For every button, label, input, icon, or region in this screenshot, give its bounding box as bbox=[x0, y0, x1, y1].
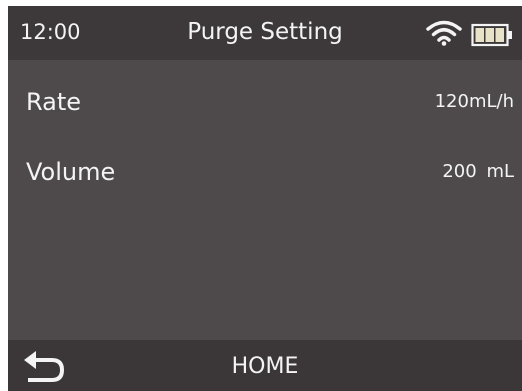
bottom-bar: HOME bbox=[8, 340, 522, 391]
rate-value: 120mL/h bbox=[434, 91, 514, 112]
battery-icon bbox=[471, 23, 512, 47]
volume-label: Volume bbox=[26, 158, 116, 186]
rate-value-group: 120mL/h bbox=[435, 90, 514, 114]
home-button[interactable]: HOME bbox=[8, 353, 522, 381]
rate-label: Rate bbox=[26, 88, 82, 116]
settings-row-volume[interactable]: Volume 200 mL bbox=[8, 146, 522, 196]
status-bar: 12:00 Purge Setting bbox=[8, 6, 522, 60]
wifi-icon bbox=[426, 20, 462, 46]
device-screen: 12:00 Purge Setting Rate 120mL/h Volume … bbox=[8, 6, 522, 391]
volume-value: 200 bbox=[442, 161, 477, 182]
volume-value-group: 200 mL bbox=[442, 160, 514, 184]
settings-row-rate[interactable]: Rate 120mL/h bbox=[8, 76, 522, 126]
volume-unit: mL bbox=[486, 161, 514, 182]
